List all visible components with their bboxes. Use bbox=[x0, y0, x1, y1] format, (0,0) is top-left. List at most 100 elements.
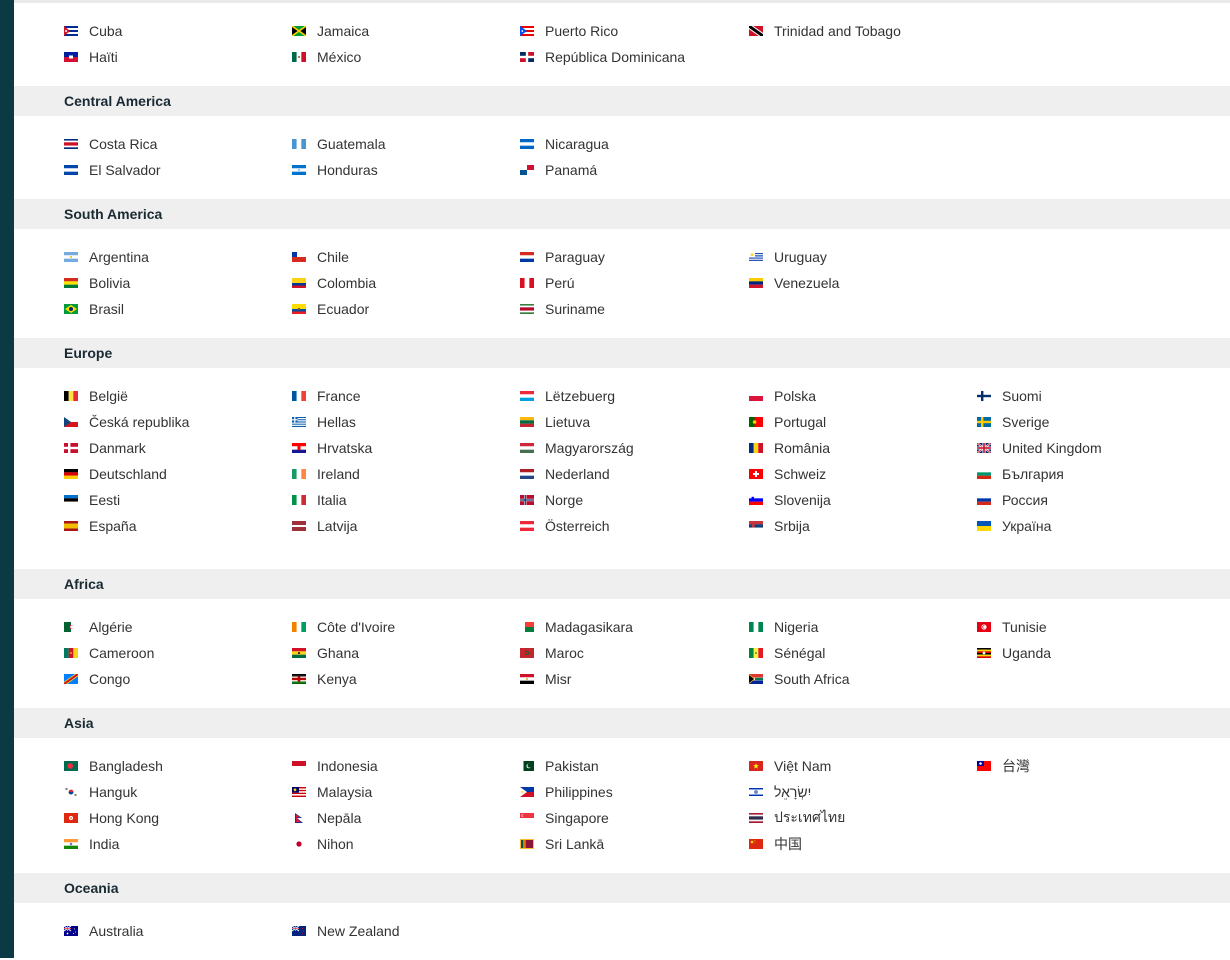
country-name: Venezuela bbox=[774, 275, 840, 291]
country-link-ug[interactable]: Uganda bbox=[977, 640, 1205, 666]
country-link-np[interactable]: Nepāla bbox=[292, 805, 520, 831]
country-link-hr[interactable]: Hrvatska bbox=[292, 435, 520, 461]
country-link-co[interactable]: Colombia bbox=[292, 270, 520, 296]
country-link-pa[interactable]: Panamá bbox=[520, 157, 749, 183]
country-link-be[interactable]: België bbox=[64, 383, 292, 409]
country-link-br[interactable]: Brasil bbox=[64, 296, 292, 322]
country-link-ru[interactable]: Россия bbox=[977, 487, 1205, 513]
country-link-ke[interactable]: Kenya bbox=[292, 666, 520, 692]
flag-pr-icon bbox=[520, 26, 534, 36]
country-link-cm[interactable]: Cameroon bbox=[64, 640, 292, 666]
country-link-dz[interactable]: Algérie bbox=[64, 614, 292, 640]
country-link-lv[interactable]: Latvija bbox=[292, 513, 520, 539]
country-link-bd[interactable]: Bangladesh bbox=[64, 753, 292, 779]
country-link-mg[interactable]: Madagasikara bbox=[520, 614, 749, 640]
country-name: Bolivia bbox=[89, 275, 131, 291]
country-link-cd[interactable]: Congo bbox=[64, 666, 292, 692]
country-link-au[interactable]: Australia bbox=[64, 918, 292, 944]
country-name: Algérie bbox=[89, 619, 133, 635]
country-link-ua[interactable]: Україна bbox=[977, 513, 1205, 539]
country-link-cl[interactable]: Chile bbox=[292, 244, 520, 270]
country-link-id[interactable]: Indonesia bbox=[292, 753, 520, 779]
country-link-py[interactable]: Paraguay bbox=[520, 244, 749, 270]
flag-no-icon bbox=[520, 495, 534, 505]
country-link-pr[interactable]: Puerto Rico bbox=[520, 18, 749, 44]
country-link-in[interactable]: India bbox=[64, 831, 292, 857]
country-name: Tunisie bbox=[1002, 619, 1047, 635]
country-link-sg[interactable]: Singapore bbox=[520, 805, 749, 831]
country-link-sn[interactable]: Sénégal bbox=[749, 640, 977, 666]
country-link-sv[interactable]: El Salvador bbox=[64, 157, 292, 183]
country-link-bg[interactable]: България bbox=[977, 461, 1205, 487]
country-link-gb[interactable]: United Kingdom bbox=[977, 435, 1205, 461]
country-link-nz[interactable]: New Zealand bbox=[292, 918, 520, 944]
country-link-il[interactable]: יִשְׂרָאֵל bbox=[749, 779, 977, 805]
country-link-eg[interactable]: Misr bbox=[520, 666, 749, 692]
country-link-tw[interactable]: 台灣 bbox=[977, 753, 1205, 779]
country-link-lk[interactable]: Sri Lankā bbox=[520, 831, 749, 857]
country-link-my[interactable]: Malaysia bbox=[292, 779, 520, 805]
country-link-rs[interactable]: Srbija bbox=[749, 513, 977, 539]
country-link-ni[interactable]: Nicaragua bbox=[520, 131, 749, 157]
country-link-fr[interactable]: France bbox=[292, 383, 520, 409]
country-link-do[interactable]: República Dominicana bbox=[520, 44, 749, 70]
country-link-no[interactable]: Norge bbox=[520, 487, 749, 513]
country-link-cr[interactable]: Costa Rica bbox=[64, 131, 292, 157]
flag-gh-icon bbox=[292, 648, 306, 658]
country-link-se[interactable]: Sverige bbox=[977, 409, 1205, 435]
country-link-ec[interactable]: Ecuador bbox=[292, 296, 520, 322]
country-name: România bbox=[774, 440, 831, 456]
country-name: Misr bbox=[545, 671, 572, 687]
country-link-ee[interactable]: Eesti bbox=[64, 487, 292, 513]
country-link-pl[interactable]: Polska bbox=[749, 383, 977, 409]
country-link-ve[interactable]: Venezuela bbox=[749, 270, 977, 296]
country-link-gt[interactable]: Guatemala bbox=[292, 131, 520, 157]
country-link-th[interactable]: ประเทศไทย bbox=[749, 805, 977, 831]
country-link-dk[interactable]: Danmark bbox=[64, 435, 292, 461]
country-link-pk[interactable]: Pakistan bbox=[520, 753, 749, 779]
country-link-pe[interactable]: Perú bbox=[520, 270, 749, 296]
country-link-de[interactable]: Deutschland bbox=[64, 461, 292, 487]
country-link-hk[interactable]: Hong Kong bbox=[64, 805, 292, 831]
country-link-si[interactable]: Slovenija bbox=[749, 487, 977, 513]
country-link-mx[interactable]: México bbox=[292, 44, 520, 70]
country-link-pt[interactable]: Portugal bbox=[749, 409, 977, 435]
country-link-lu[interactable]: Lëtzebuerg bbox=[520, 383, 749, 409]
country-link-za[interactable]: South Africa bbox=[749, 666, 977, 692]
country-link-ma[interactable]: Maroc bbox=[520, 640, 749, 666]
country-link-at[interactable]: Österreich bbox=[520, 513, 749, 539]
country-link-kr[interactable]: Hanguk bbox=[64, 779, 292, 805]
country-link-ie[interactable]: Ireland bbox=[292, 461, 520, 487]
country-link-cn[interactable]: 中国 bbox=[749, 831, 977, 857]
country-link-cu[interactable]: Cuba bbox=[64, 18, 292, 44]
country-link-vn[interactable]: Việt Nam bbox=[749, 753, 977, 779]
country-link-ng[interactable]: Nigeria bbox=[749, 614, 977, 640]
country-link-ch[interactable]: Schweiz bbox=[749, 461, 977, 487]
country-link-tt[interactable]: Trinidad and Tobago bbox=[749, 18, 977, 44]
country-link-ar[interactable]: Argentina bbox=[64, 244, 292, 270]
country-link-ci[interactable]: Côte d'Ivoire bbox=[292, 614, 520, 640]
country-name: Argentina bbox=[89, 249, 149, 265]
country-link-jp[interactable]: Nihon bbox=[292, 831, 520, 857]
country-link-uy[interactable]: Uruguay bbox=[749, 244, 977, 270]
country-link-gh[interactable]: Ghana bbox=[292, 640, 520, 666]
country-link-es[interactable]: España bbox=[64, 513, 292, 539]
country-link-hn[interactable]: Honduras bbox=[292, 157, 520, 183]
country-link-nl[interactable]: Nederland bbox=[520, 461, 749, 487]
country-link-tn[interactable]: Tunisie bbox=[977, 614, 1205, 640]
flag-ie-icon bbox=[292, 469, 306, 479]
country-link-ro[interactable]: România bbox=[749, 435, 977, 461]
country-link-lt[interactable]: Lietuva bbox=[520, 409, 749, 435]
country-link-ht[interactable]: Haïti bbox=[64, 44, 292, 70]
country-link-bo[interactable]: Bolivia bbox=[64, 270, 292, 296]
country-link-fi[interactable]: Suomi bbox=[977, 383, 1205, 409]
flag-bg-icon bbox=[977, 469, 991, 479]
country-link-ph[interactable]: Philippines bbox=[520, 779, 749, 805]
flag-cu-icon bbox=[64, 26, 78, 36]
country-link-it[interactable]: Italia bbox=[292, 487, 520, 513]
country-link-gr[interactable]: Hellas bbox=[292, 409, 520, 435]
country-link-sr[interactable]: Suriname bbox=[520, 296, 749, 322]
country-link-cz[interactable]: Česká republika bbox=[64, 409, 292, 435]
country-link-jm[interactable]: Jamaica bbox=[292, 18, 520, 44]
country-link-hu[interactable]: Magyarország bbox=[520, 435, 749, 461]
